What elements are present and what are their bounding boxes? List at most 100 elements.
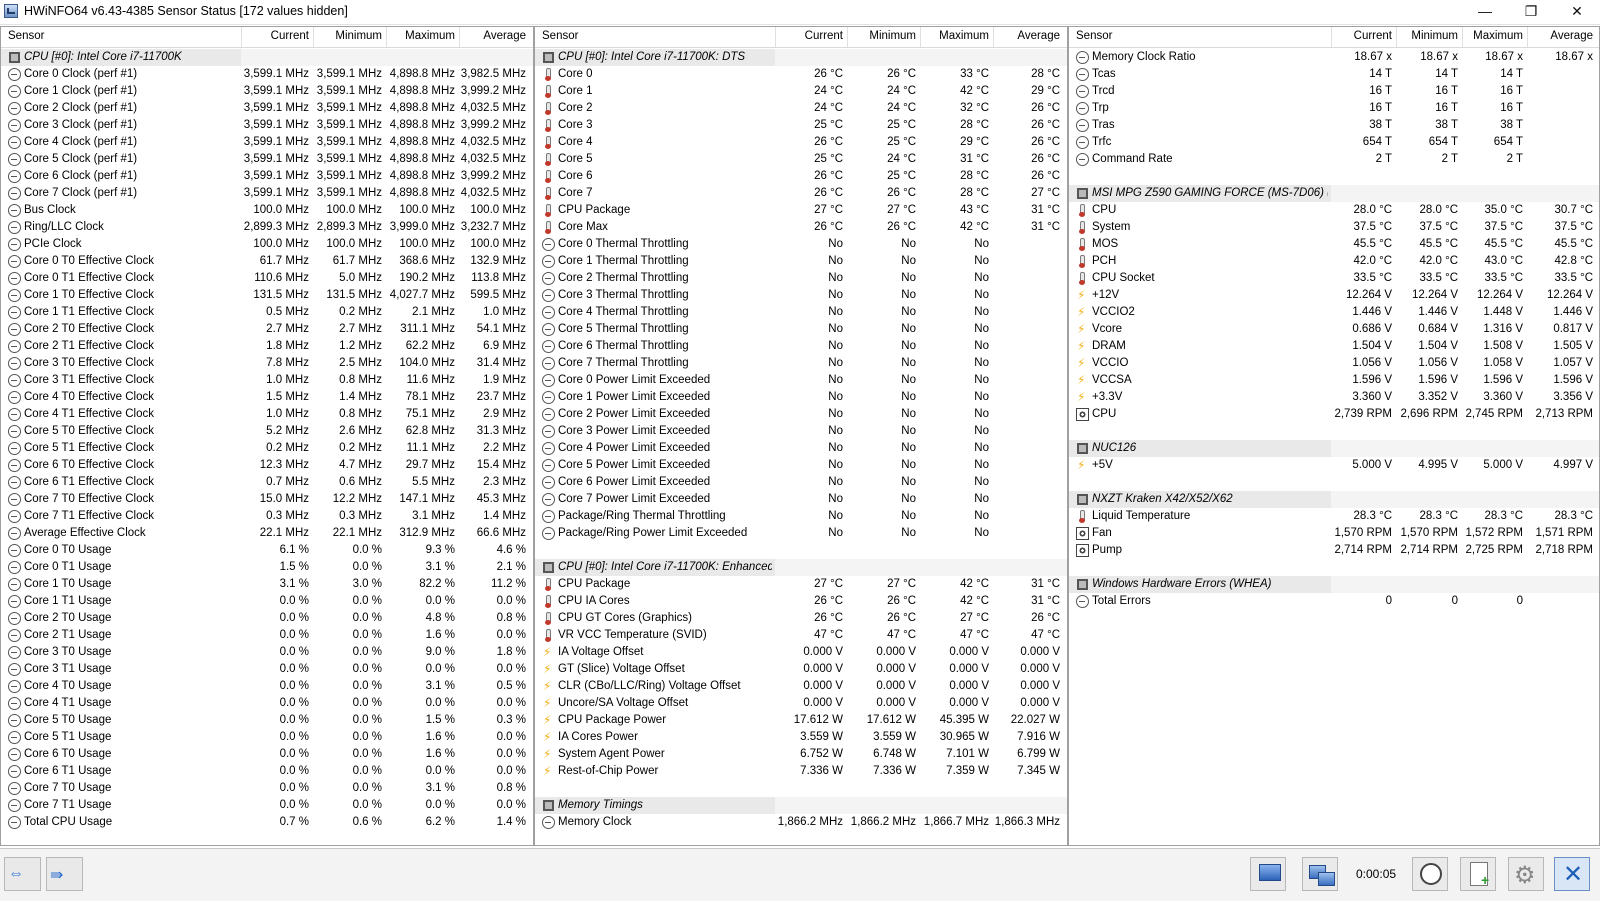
column-header-maximum[interactable]: Maximum (1473, 30, 1523, 42)
exit-button[interactable]: ✕ (1554, 857, 1590, 891)
sensor-row[interactable]: Tcas 14 T 14 T 14 T (1069, 66, 1599, 83)
sensor-row[interactable]: Core 6 T1 Usage 0.0 % 0.0 % 0.0 % 0.0 % (1, 763, 533, 780)
column-separator[interactable] (847, 27, 848, 47)
column-separator[interactable] (386, 27, 387, 47)
sensor-row[interactable]: Core 2 24 °C 24 °C 32 °C 26 °C (535, 100, 1067, 117)
sensor-row[interactable]: Core 3 25 °C 25 °C 28 °C 26 °C (535, 117, 1067, 134)
sensor-row[interactable]: CLR (CBo/LLC/Ring) Voltage Offset 0.000 V… (535, 678, 1067, 695)
column-header-minimum[interactable]: Minimum (1411, 30, 1458, 42)
sensor-row[interactable]: Liquid Temperature 28.3 °C 28.3 °C 28.3 °C 2… (1069, 508, 1599, 525)
sensor-row[interactable]: Core 0 Clock (perf #1) 3,599.1 MHz 3,599.1… (1, 66, 533, 83)
sensor-group-header[interactable]: CPU [#0]: Intel Core i7-11700K: Enhanced (535, 559, 1067, 576)
column-header-maximum[interactable]: Maximum (939, 30, 989, 42)
column-header-average[interactable]: Average (483, 30, 526, 42)
sensor-row[interactable]: VCCIO2 1.446 V 1.446 V 1.448 V 1.446 V (1069, 304, 1599, 321)
sensor-group-header[interactable]: CPU [#0]: Intel Core i7-11700K (1, 49, 533, 66)
sensor-row[interactable]: Core 2 T1 Effective Clock 1.8 MHz 1.2 MHz 6… (1, 338, 533, 355)
column-header-minimum[interactable]: Minimum (869, 30, 916, 42)
sensor-row[interactable]: Total CPU Usage 0.7 % 0.6 % 6.2 % 1.4 % (1, 814, 533, 831)
sensor-group-header[interactable]: NUC126 (1069, 440, 1599, 457)
sensor-row[interactable]: Core 1 24 °C 24 °C 42 °C 29 °C (535, 83, 1067, 100)
sensor-row[interactable]: PCIe Clock 100.0 MHz 100.0 MHz 100.0 MHz 100… (1, 236, 533, 253)
column-header-average[interactable]: Average (1550, 30, 1593, 42)
column-separator[interactable] (1527, 27, 1528, 47)
sensor-row[interactable]: Core 2 Thermal Throttling No No No (535, 270, 1067, 287)
sensor-row[interactable]: Core Max 26 °C 26 °C 42 °C 31 °C (535, 219, 1067, 236)
sensor-row[interactable]: Core 6 Clock (perf #1) 3,599.1 MHz 3,599.1… (1, 168, 533, 185)
sensor-row[interactable]: Core 6 Thermal Throttling No No No (535, 338, 1067, 355)
sensor-row[interactable]: Core 3 T1 Usage 0.0 % 0.0 % 0.0 % 0.0 % (1, 661, 533, 678)
sensor-group-header[interactable]: CPU [#0]: Intel Core i7-11700K: DTS (535, 49, 1067, 66)
sensor-row[interactable]: CPU Package Power 17.612 W 17.612 W 45.395 … (535, 712, 1067, 729)
sensor-row[interactable]: Core 2 T0 Usage 0.0 % 0.0 % 4.8 % 0.8 % (1, 610, 533, 627)
column-separator[interactable] (241, 27, 242, 47)
sensor-row[interactable]: +5V 5.000 V 4.995 V 5.000 V 4.997 V (1069, 457, 1599, 474)
sensor-row[interactable]: Command Rate 2 T 2 T 2 T (1069, 151, 1599, 168)
sensor-row[interactable]: Bus Clock 100.0 MHz 100.0 MHz 100.0 MHz 100.… (1, 202, 533, 219)
sensor-row[interactable]: Core 5 25 °C 24 °C 31 °C 26 °C (535, 151, 1067, 168)
sensor-row[interactable]: Core 0 T0 Effective Clock 61.7 MHz 61.7 MH… (1, 253, 533, 270)
sensor-row[interactable]: Core 4 Clock (perf #1) 3,599.1 MHz 3,599.1… (1, 134, 533, 151)
column-separator[interactable] (920, 27, 921, 47)
sensor-row[interactable]: Core 2 Clock (perf #1) 3,599.1 MHz 3,599.1… (1, 100, 533, 117)
sensor-row[interactable]: Core 5 T0 Usage 0.0 % 0.0 % 1.5 % 0.3 % (1, 712, 533, 729)
sensor-row[interactable]: IA Cores Power 3.559 W 3.559 W 30.965 W 7.91… (535, 729, 1067, 746)
sensor-row[interactable]: Core 7 T0 Usage 0.0 % 0.0 % 3.1 % 0.8 % (1, 780, 533, 797)
sensor-row[interactable]: Vcore 0.686 V 0.684 V 1.316 V 0.817 V (1069, 321, 1599, 338)
sensor-row[interactable]: Core 0 T1 Effective Clock 110.6 MHz 5.0 MH… (1, 270, 533, 287)
sensor-row[interactable]: Core 1 T1 Effective Clock 0.5 MHz 0.2 MHz 2… (1, 304, 533, 321)
sensor-row[interactable]: Uncore/SA Voltage Offset 0.000 V 0.000 V 0.… (535, 695, 1067, 712)
sensor-row[interactable]: Total Errors 0 0 0 (1069, 593, 1599, 610)
sensor-row[interactable]: Core 7 Thermal Throttling No No No (535, 355, 1067, 372)
column-header-sensor[interactable]: Sensor (542, 30, 578, 42)
sensor-row[interactable]: Core 4 T1 Effective Clock 1.0 MHz 0.8 MHz 7… (1, 406, 533, 423)
sensor-row[interactable]: Core 1 Power Limit Exceeded No No No (535, 389, 1067, 406)
close-button[interactable]: ✕ (1554, 0, 1600, 24)
collapse-expand-button[interactable]: ⇔ (4, 857, 41, 891)
sensor-row[interactable]: Core 6 T0 Effective Clock 12.3 MHz 4.7 MHz… (1, 457, 533, 474)
sensor-row[interactable]: Core 5 T1 Usage 0.0 % 0.0 % 1.6 % 0.0 % (1, 729, 533, 746)
sensor-row[interactable]: Core 4 T1 Usage 0.0 % 0.0 % 0.0 % 0.0 % (1, 695, 533, 712)
sensor-row[interactable]: Core 4 Power Limit Exceeded No No No (535, 440, 1067, 457)
sensor-row[interactable]: CPU Package 27 °C 27 °C 43 °C 31 °C (535, 202, 1067, 219)
sensor-row[interactable]: Core 6 T0 Usage 0.0 % 0.0 % 1.6 % 0.0 % (1, 746, 533, 763)
sensor-row[interactable]: System 37.5 °C 37.5 °C 37.5 °C 37.5 °C (1069, 219, 1599, 236)
column-separator[interactable] (1462, 27, 1463, 47)
column-header-maximum[interactable]: Maximum (405, 30, 455, 42)
sensor-row[interactable]: Core 7 T1 Effective Clock 0.3 MHz 0.3 MHz 3… (1, 508, 533, 525)
reset-timer-button[interactable] (1412, 857, 1448, 891)
sensor-row[interactable]: CPU 28.0 °C 28.0 °C 35.0 °C 30.7 °C (1069, 202, 1599, 219)
sensor-row[interactable]: Core 2 T0 Effective Clock 2.7 MHz 2.7 MHz 3… (1, 321, 533, 338)
sensor-row[interactable]: Fan 1,570 RPM 1,570 RPM 1,572 RPM 1,571 RPM (1069, 525, 1599, 542)
sensor-row[interactable]: Core 5 Power Limit Exceeded No No No (535, 457, 1067, 474)
sensor-row[interactable]: +12V 12.264 V 12.264 V 12.264 V 12.264 V (1069, 287, 1599, 304)
sensor-row[interactable]: Core 2 T1 Usage 0.0 % 0.0 % 1.6 % 0.0 % (1, 627, 533, 644)
sensor-row[interactable]: Average Effective Clock 22.1 MHz 22.1 MHz 3… (1, 525, 533, 542)
sensor-panel-3[interactable]: Sensor Current Minimum Maximum Average Memory… (1068, 26, 1600, 846)
column-separator[interactable] (459, 27, 460, 47)
sensor-row[interactable]: DRAM 1.504 V 1.504 V 1.508 V 1.505 V (1069, 338, 1599, 355)
sensor-row[interactable]: Core 3 T0 Usage 0.0 % 0.0 % 9.0 % 1.8 % (1, 644, 533, 661)
sensor-row[interactable]: Core 3 Power Limit Exceeded No No No (535, 423, 1067, 440)
sensor-row[interactable]: Core 4 T0 Usage 0.0 % 0.0 % 3.1 % 0.5 % (1, 678, 533, 695)
sensor-row[interactable]: Core 5 Thermal Throttling No No No (535, 321, 1067, 338)
sensor-row[interactable]: Memory Clock 1,866.2 MHz 1,866.2 MHz 1,866.… (535, 814, 1067, 831)
sensor-group-header[interactable]: NXZT Kraken X42/X52/X62 (1069, 491, 1599, 508)
sensor-row[interactable]: Core 4 Thermal Throttling No No No (535, 304, 1067, 321)
sensor-row[interactable]: Core 1 Clock (perf #1) 3,599.1 MHz 3,599.1… (1, 83, 533, 100)
sensor-row[interactable]: Package/Ring Thermal Throttling No No No (535, 508, 1067, 525)
maximize-button[interactable]: ❐ (1508, 0, 1554, 24)
column-header-average[interactable]: Average (1017, 30, 1060, 42)
sensor-row[interactable]: System Agent Power 6.752 W 6.748 W 7.101 W 6… (535, 746, 1067, 763)
sensor-row[interactable]: GT (Slice) Voltage Offset 0.000 V 0.000 V 0… (535, 661, 1067, 678)
column-separator[interactable] (1331, 27, 1332, 47)
sensor-row[interactable]: MOS 45.5 °C 45.5 °C 45.5 °C 45.5 °C (1069, 236, 1599, 253)
sensor-row[interactable]: Core 7 Power Limit Exceeded No No No (535, 491, 1067, 508)
sensor-row[interactable]: Core 2 Power Limit Exceeded No No No (535, 406, 1067, 423)
column-header-minimum[interactable]: Minimum (335, 30, 382, 42)
logging-button[interactable]: + (1460, 857, 1496, 891)
sensor-row[interactable]: Core 7 T1 Usage 0.0 % 0.0 % 0.0 % 0.0 % (1, 797, 533, 814)
settings-button[interactable]: ⚙ (1508, 857, 1544, 891)
sensor-row[interactable]: CPU IA Cores 26 °C 26 °C 42 °C 31 °C (535, 593, 1067, 610)
sensor-row[interactable]: CPU Socket 33.5 °C 33.5 °C 33.5 °C 33.5 °C (1069, 270, 1599, 287)
